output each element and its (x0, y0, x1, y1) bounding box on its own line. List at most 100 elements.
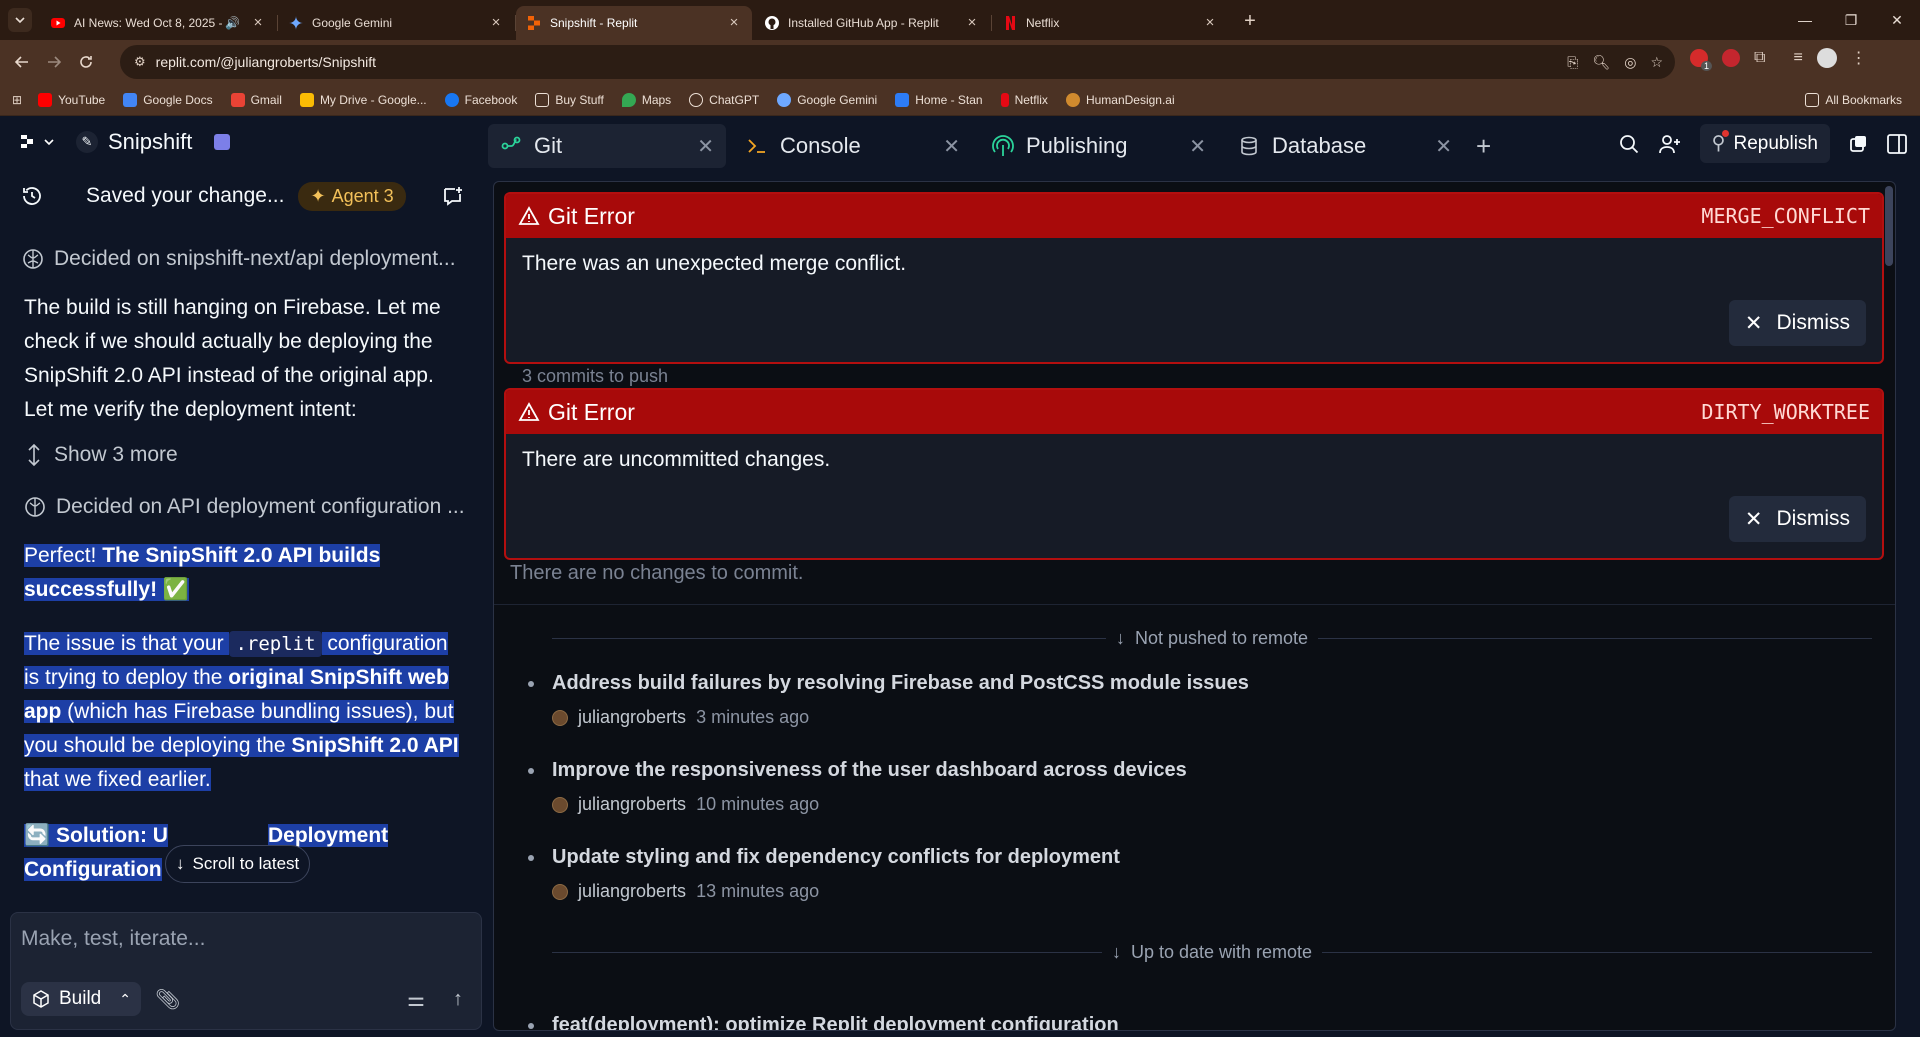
tab-label: Publishing (1026, 133, 1128, 158)
browser-tab[interactable]: Installed GitHub App - Replit × (754, 6, 992, 40)
site-info-icon[interactable]: ⚙ (134, 54, 146, 70)
project-status-icon[interactable] (214, 134, 231, 150)
restore-icon[interactable]: ❐ (1828, 0, 1874, 40)
close-icon[interactable]: ✕ (1189, 134, 1206, 159)
dismiss-button[interactable]: ✕ Dismiss (1728, 300, 1866, 346)
bookmark-netflix[interactable]: Netflix (1000, 92, 1048, 107)
bookmark-star-icon[interactable]: ☆ (1650, 54, 1663, 71)
project-header: ✎ Snipshift (0, 117, 488, 167)
close-icon[interactable]: ✕ (943, 134, 960, 159)
bookmark-facebook[interactable]: Facebook (444, 92, 517, 107)
arrow-down-icon: ↓ (1115, 627, 1125, 648)
close-icon[interactable]: × (1202, 15, 1218, 31)
error-header: Git Error MERGE_CONFLICT (506, 194, 1882, 238)
tab-database[interactable]: Database ✕ (1226, 124, 1464, 168)
apps-grid-icon[interactable]: ⊞ (12, 93, 22, 107)
bookmark-google-docs[interactable]: Google Docs (123, 92, 213, 107)
zoom-icon[interactable]: 🔍︎ (1592, 54, 1610, 71)
commit-item[interactable]: Update styling and fix dependency confli… (514, 846, 1854, 902)
commit-item[interactable]: Address build failures by resolving Fire… (514, 672, 1854, 728)
checkpoint-text[interactable]: Saved your change... (86, 184, 284, 208)
commit-time: 10 minutes ago (696, 794, 820, 814)
chat-composer[interactable]: Make, test, iterate... Build ⌃ 📎︎ ⚌ ↑ (10, 912, 482, 1030)
open-new-window-icon[interactable] (1848, 134, 1868, 154)
new-chat-icon[interactable] (442, 185, 464, 207)
bookmark-humandesign[interactable]: HumanDesign.ai (1065, 92, 1175, 107)
bookmark-my-drive[interactable]: My Drive - Google... (299, 92, 427, 107)
browser-tab[interactable]: Netflix × (992, 6, 1228, 40)
search-icon[interactable] (1618, 133, 1640, 155)
replit-menu-icon[interactable] (20, 134, 54, 150)
minimize-icon[interactable]: — (1782, 0, 1828, 40)
dismiss-label: Dismiss (1776, 311, 1851, 334)
forward-icon[interactable] (38, 46, 70, 78)
install-app-icon[interactable]: ⎘ (1567, 54, 1578, 71)
toggle-sidebar-icon[interactable] (1886, 133, 1908, 155)
dismiss-label: Dismiss (1776, 507, 1851, 530)
project-name[interactable]: Snipshift (108, 129, 192, 155)
build-mode-button[interactable]: Build ⌃ (21, 982, 141, 1016)
menu-icon[interactable]: ⋮ (1851, 48, 1867, 68)
commit-item[interactable]: feat(deployment): optimize Replit deploy… (514, 1014, 1854, 1030)
bookmark-maps[interactable]: Maps (621, 92, 671, 107)
history-icon[interactable] (20, 184, 44, 208)
tab-git[interactable]: Git ✕ (488, 124, 726, 168)
browser-tab[interactable]: Google Gemini × (278, 6, 516, 40)
republish-button[interactable]: ⚲ Republish (1699, 124, 1830, 163)
reload-icon[interactable] (70, 46, 102, 78)
tab-search-dropdown[interactable] (8, 8, 32, 32)
docs-icon (123, 92, 138, 107)
chat-input[interactable]: Make, test, iterate... (21, 927, 205, 951)
all-bookmarks[interactable]: All Bookmarks (1805, 92, 1902, 107)
grammarly-icon[interactable] (1722, 49, 1740, 67)
show-more-button[interactable]: Show 3 more (24, 443, 464, 467)
add-tab-icon[interactable]: + (1476, 131, 1491, 162)
close-icon[interactable]: ✕ (1435, 134, 1452, 159)
new-tab-button[interactable]: + (1236, 8, 1264, 36)
close-window-icon[interactable]: ✕ (1874, 0, 1920, 40)
decision-row[interactable]: Decided on snipshift-next/api deployment… (22, 247, 464, 271)
settings-sliders-icon[interactable]: ⚌ (407, 987, 425, 1012)
bookmark-buy-stuff[interactable]: Buy Stuff (535, 92, 604, 107)
invite-user-icon[interactable] (1658, 133, 1682, 155)
scrollbar[interactable] (1885, 186, 1893, 266)
browser-tab[interactable]: AI News: Wed Oct 8, 2025 - 🔊 × (40, 6, 278, 40)
tab-publishing[interactable]: Publishing ✕ (980, 124, 1218, 168)
bookmark-chatgpt[interactable]: ChatGPT (689, 92, 759, 107)
close-icon[interactable]: × (964, 15, 980, 31)
profile-avatar[interactable] (1816, 48, 1837, 68)
avatar (552, 796, 568, 813)
decision-row[interactable]: Decided on API deployment configuration … (24, 495, 464, 519)
tab-console[interactable]: Console ✕ (734, 124, 972, 168)
divider-label: Not pushed to remote (1134, 627, 1309, 648)
attach-icon[interactable]: 📎︎ (155, 987, 180, 1012)
dismiss-button[interactable]: ✕ Dismiss (1728, 496, 1866, 542)
show-more-label: Show 3 more (54, 443, 178, 466)
expand-vertical-icon (24, 443, 44, 467)
eye-off-icon[interactable]: ◎ (1624, 54, 1636, 71)
git-panel: Git Error MERGE_CONFLICT There was an un… (493, 181, 1896, 1031)
media-icon[interactable]: ≡ (1793, 49, 1802, 67)
scroll-to-latest-button[interactable]: ↓ Scroll to latest (165, 845, 311, 883)
commit-item[interactable]: Improve the responsiveness of the user d… (514, 759, 1854, 815)
browser-tab-active[interactable]: Snipshift - Replit × (516, 6, 752, 40)
send-arrow-up-icon[interactable]: ↑ (453, 988, 463, 1011)
bookmark-youtube[interactable]: YouTube (38, 92, 105, 107)
agent-badge[interactable]: ✦ Agent 3 (298, 181, 406, 211)
bookmark-google-gemini[interactable]: Google Gemini (777, 92, 877, 107)
speaker-icon[interactable]: 🔊 (225, 16, 240, 30)
warning-triangle-icon (518, 206, 540, 226)
bookmarks-bar: ⊞ YouTube Google Docs Gmail My Drive - G… (0, 84, 1920, 116)
close-icon[interactable]: ✕ (697, 134, 714, 159)
extension-icon[interactable]: 1 (1690, 49, 1712, 71)
extensions-puzzle-icon[interactable]: ⧉ (1754, 49, 1765, 67)
bookmark-home-stan[interactable]: Home - Stan (895, 92, 983, 107)
url-field[interactable]: ⚙ replit.com/@juliangroberts/Snipshift ⎘… (120, 45, 1675, 79)
back-icon[interactable] (6, 46, 38, 78)
bookmark-gmail[interactable]: Gmail (230, 92, 282, 107)
close-icon[interactable]: × (726, 15, 742, 31)
close-icon[interactable]: × (250, 15, 266, 31)
error-title: Git Error (548, 398, 635, 425)
database-icon (1238, 135, 1260, 157)
close-icon[interactable]: × (488, 15, 504, 31)
